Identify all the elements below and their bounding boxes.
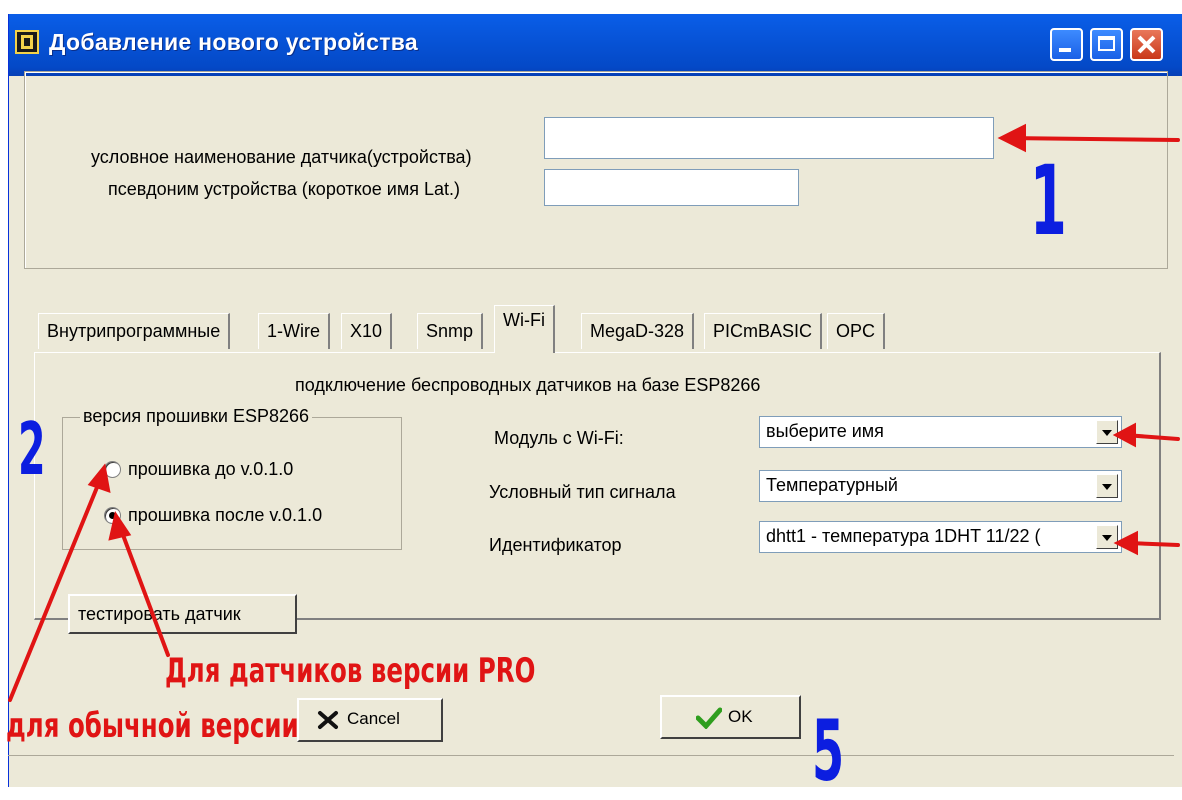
arrow-to-radio-before [8,478,102,702]
arrow-to-radio-after [118,525,170,657]
annotation-arrows [8,123,1180,702]
arrowhead-identifier-select [1113,530,1138,556]
arrowhead-radio-before [87,463,111,494]
tab-wi-fi[interactable]: Wi-Fi [494,305,555,353]
arrow-to-name-input [1008,136,1180,142]
arrowhead-module-select [1112,422,1136,448]
arrowhead-name-input [997,123,1026,153]
arrowhead-radio-after [108,511,132,541]
